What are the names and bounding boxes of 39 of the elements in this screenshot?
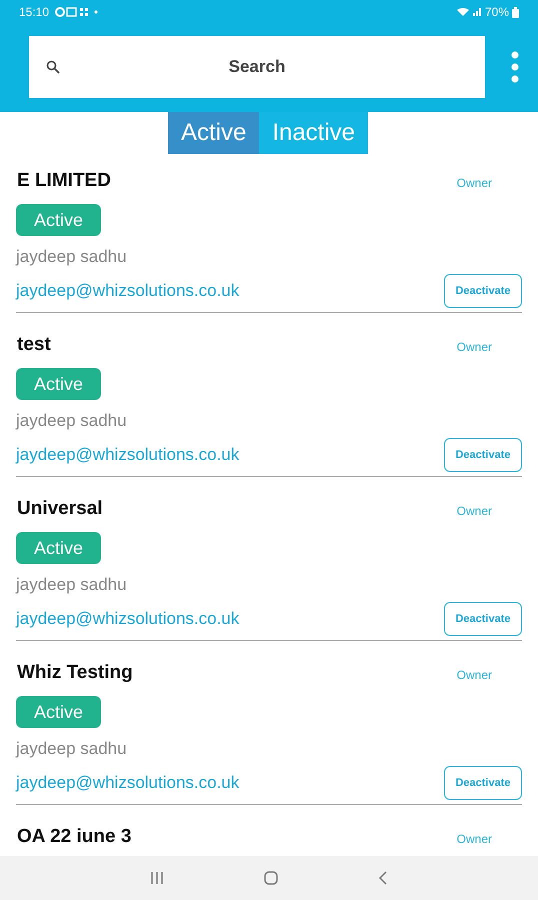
deactivate-button[interactable]: Deactivate (444, 274, 522, 308)
deactivate-button[interactable]: Deactivate (444, 602, 522, 636)
search-icon (46, 60, 60, 74)
company-name: OA 22 iune 3 (16, 824, 132, 849)
company-name: E LIMITED (16, 168, 111, 193)
role-label: Owner (456, 503, 492, 520)
home-icon[interactable] (264, 871, 278, 885)
status-badge: Active (16, 532, 102, 564)
email-link[interactable]: jaydeep@whizsolutions.co.uk (16, 442, 240, 468)
status-time: 15:10 (19, 4, 50, 21)
battery-level: 70% (484, 4, 509, 21)
email-link[interactable]: jaydeep@whizsolutions.co.uk (16, 278, 240, 304)
company-name: Universal (16, 496, 103, 521)
role-label: Owner (456, 175, 492, 192)
company-name: test (16, 332, 51, 357)
deactivate-button[interactable]: Deactivate (444, 766, 522, 800)
status-tab[interactable]: Inactive (259, 112, 368, 154)
contact-name: jaydeep sadhu (16, 738, 127, 760)
email-link[interactable]: jaydeep@whizsolutions.co.uk (16, 770, 240, 796)
status-badge: Active (16, 204, 102, 236)
menu-icon[interactable] (511, 51, 519, 83)
status-badge: Active (16, 696, 102, 728)
company-name: Whiz Testing (16, 660, 133, 685)
notification-icons (55, 7, 100, 17)
email-link[interactable]: jaydeep@whizsolutions.co.uk (16, 606, 240, 632)
battery-icon (512, 6, 519, 18)
status-tab[interactable]: Active (168, 112, 260, 154)
contact-name: jaydeep sadhu (16, 410, 127, 432)
wifi-signal-icon (456, 7, 482, 17)
status-badge: Active (16, 368, 102, 400)
contact-name: jaydeep sadhu (16, 246, 127, 268)
back-icon[interactable] (378, 871, 388, 885)
role-label: Owner (456, 831, 492, 848)
deactivate-button[interactable]: Deactivate (444, 438, 522, 472)
search-field[interactable]: Search (29, 36, 485, 98)
role-label: Owner (456, 667, 492, 684)
recent-apps-icon[interactable] (150, 871, 164, 885)
contact-name: jaydeep sadhu (16, 574, 127, 596)
role-label: Owner (456, 339, 492, 356)
